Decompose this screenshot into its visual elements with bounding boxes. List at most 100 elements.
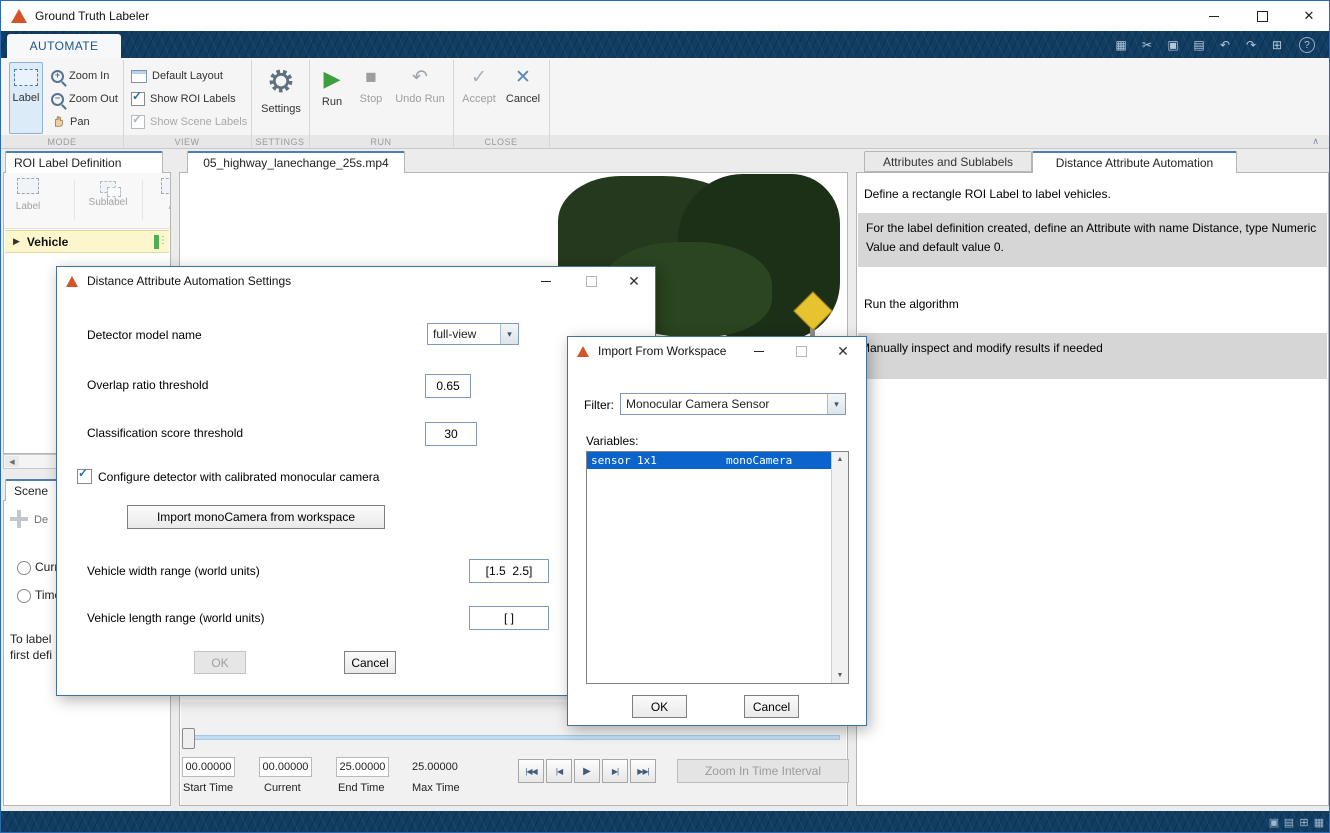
timeline-slider-track[interactable] xyxy=(188,735,840,740)
roi-item-vehicle[interactable]: ▶ Vehicle ⋮ xyxy=(5,230,169,253)
score-threshold-input[interactable] xyxy=(425,422,477,446)
tab-distance-attribute-automation[interactable]: Distance Attribute Automation xyxy=(1032,151,1237,173)
copy-icon[interactable]: ▣ xyxy=(1161,36,1185,54)
section-label-close: CLOSE xyxy=(484,136,518,147)
scroll-up-icon[interactable]: ▲ xyxy=(832,452,848,467)
scroll-left-icon[interactable]: ◀ xyxy=(5,456,19,467)
define-label-text: De xyxy=(34,514,49,526)
tab-roi-label-definition[interactable]: ROI Label Definition xyxy=(5,151,163,173)
maximize-button[interactable] xyxy=(1239,1,1285,31)
tab-automate[interactable]: AUTOMATE xyxy=(7,34,121,58)
scene-note-line2: first defi xyxy=(10,648,53,662)
end-time-label: End Time xyxy=(338,782,385,794)
expand-icon[interactable]: ▶ xyxy=(13,236,20,247)
run-button[interactable]: ▶ Run xyxy=(315,62,349,134)
undo-icon[interactable]: ↶ xyxy=(1213,36,1237,54)
stop-icon: ■ xyxy=(365,67,377,88)
zoom-in-button[interactable]: + Zoom In xyxy=(51,66,109,86)
toolbar-separator xyxy=(74,180,75,220)
first-frame-button[interactable]: |◀◀ xyxy=(518,759,544,783)
redo-icon[interactable]: ↷ xyxy=(1239,36,1263,54)
play-button[interactable]: ▶ xyxy=(574,759,600,783)
close-button[interactable]: ✕ xyxy=(1287,1,1329,31)
collapse-ribbon-icon[interactable]: ∧ xyxy=(1312,136,1319,147)
label-mode-button[interactable]: Label xyxy=(9,62,43,134)
minimize-icon xyxy=(541,280,551,282)
tab-video-file[interactable]: 05_highway_lanechange_25s.mp4 xyxy=(187,151,405,173)
timeline-slider-thumb[interactable] xyxy=(182,728,195,749)
cancel-automation-button[interactable]: ✕ Cancel xyxy=(503,62,543,134)
settings-button[interactable]: Settings xyxy=(259,62,303,134)
variable-class: monoCamera xyxy=(726,454,793,467)
section-label-view: VIEW xyxy=(174,136,200,147)
help-icon[interactable]: ? xyxy=(1295,36,1319,54)
filter-dropdown[interactable]: Monocular Camera Sensor ▾ xyxy=(620,393,846,415)
import-cancel-button[interactable]: Cancel xyxy=(744,695,799,718)
dialog-minimize-button[interactable] xyxy=(527,270,565,292)
dialog-close-button[interactable]: ✕ xyxy=(824,340,862,362)
settings-cancel-button[interactable]: Cancel xyxy=(344,651,396,674)
zoom-out-icon: − xyxy=(51,92,64,106)
radio-current-frame[interactable] xyxy=(17,561,31,575)
cut-icon[interactable]: ✂ xyxy=(1135,36,1159,54)
status-paste-icon[interactable]: ▤ xyxy=(1282,815,1296,829)
zoom-in-icon: + xyxy=(51,69,64,83)
checkbox-checked-icon: ✓ xyxy=(131,90,145,106)
current-label: Current xyxy=(264,782,301,794)
label-roi-icon xyxy=(14,69,38,86)
configure-camera-checkbox[interactable]: ✓ xyxy=(77,467,92,484)
variables-listbox[interactable]: sensor 1x1 monoCamera ▲ ▼ xyxy=(586,451,849,684)
variable-row-selected[interactable]: sensor 1x1 monoCamera xyxy=(587,452,832,469)
app-icon xyxy=(11,9,27,23)
add-scene-label-icon[interactable] xyxy=(8,508,30,530)
status-copy-icon[interactable]: ▣ xyxy=(1267,815,1281,829)
prev-frame-button[interactable]: |◀ xyxy=(546,759,572,783)
checkbox-disabled-icon: ✓ xyxy=(131,113,145,129)
scroll-down-icon[interactable]: ▼ xyxy=(832,668,848,683)
section-label-mode: MODE xyxy=(47,136,77,147)
max-time-label: Max Time xyxy=(412,782,460,794)
status-dock-icon[interactable]: ▦ xyxy=(1312,815,1326,829)
pan-hand-icon xyxy=(51,114,65,131)
last-frame-button[interactable]: ▶▶| xyxy=(630,759,656,783)
window-layout-icon[interactable]: ⊞ xyxy=(1265,36,1289,54)
maximize-icon xyxy=(795,345,807,357)
dialog-minimize-button[interactable] xyxy=(740,340,778,362)
current-time-field[interactable]: 00.00000 xyxy=(259,757,312,777)
pan-button[interactable]: Pan xyxy=(51,112,90,132)
import-ok-button[interactable]: OK xyxy=(632,695,687,718)
vehicle-length-input[interactable] xyxy=(469,606,549,630)
tab-attributes-sublabels[interactable]: Attributes and Sublabels xyxy=(864,151,1032,172)
detector-model-dropdown[interactable]: full-view ▾ xyxy=(427,323,519,345)
overlap-threshold-input[interactable] xyxy=(425,374,471,398)
chevron-down-icon: ▾ xyxy=(827,394,845,414)
start-time-field[interactable]: 00.00000 xyxy=(182,757,235,777)
save-icon[interactable]: ▦ xyxy=(1109,36,1133,54)
next-frame-button[interactable]: ▶| xyxy=(602,759,628,783)
dialog-close-button[interactable]: ✕ xyxy=(615,270,653,292)
ribbon-tab-strip: AUTOMATE ▦ ✂ ▣ ▤ ↶ ↷ ⊞ ? xyxy=(1,31,1329,58)
section-label-settings: SETTINGS xyxy=(255,136,305,147)
show-roi-labels-checkbox[interactable]: ✓ Show ROI Labels xyxy=(131,89,236,109)
vehicle-width-input[interactable] xyxy=(469,559,549,583)
paste-icon[interactable]: ▤ xyxy=(1187,36,1211,54)
radio-time-interval[interactable] xyxy=(17,589,31,603)
status-window-icon[interactable]: ⊞ xyxy=(1297,815,1311,829)
accept-check-icon: ✓ xyxy=(471,67,487,88)
import-monocamera-button[interactable]: Import monoCamera from workspace xyxy=(127,505,385,529)
show-scene-labels-checkbox: ✓ Show Scene Labels xyxy=(131,112,248,129)
settings-ok-button: OK xyxy=(194,651,246,674)
start-time-label: Start Time xyxy=(183,782,234,794)
minimize-button[interactable] xyxy=(1191,1,1237,31)
listbox-scrollbar[interactable]: ▲ ▼ xyxy=(831,452,848,683)
instruction-step-4: Manually inspect and modify results if n… xyxy=(858,333,1327,379)
title-bar: Ground Truth Labeler ✕ xyxy=(1,1,1329,31)
zoom-out-button[interactable]: − Zoom Out xyxy=(51,89,118,109)
layout-icon xyxy=(131,69,147,83)
scene-note-line1: To label xyxy=(10,632,52,646)
end-time-field[interactable]: 25.00000 xyxy=(336,757,389,777)
play-icon: ▶ xyxy=(583,765,591,777)
overlap-threshold-label: Overlap ratio threshold xyxy=(87,378,209,392)
default-layout-button[interactable]: Default Layout xyxy=(131,66,223,86)
sublabel-icon xyxy=(100,181,121,197)
